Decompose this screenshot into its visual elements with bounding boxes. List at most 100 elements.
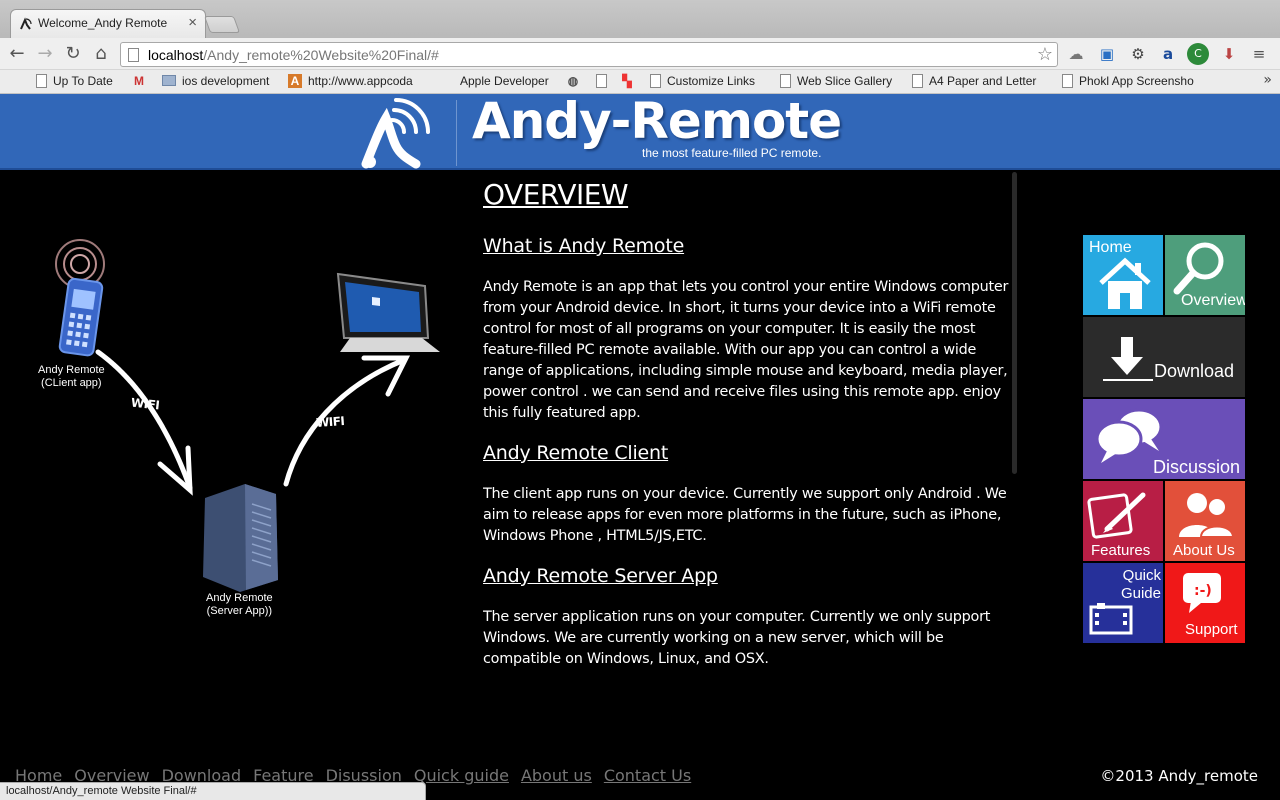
- content-scrollbar[interactable]: [1012, 172, 1017, 474]
- tile-discussion-label: Discussion: [1153, 457, 1241, 477]
- tile-download-label: Download: [1154, 361, 1235, 381]
- bookmark-customize-links[interactable]: Customize Links: [650, 74, 755, 88]
- tab-title: Welcome_Andy Remote: [38, 16, 168, 30]
- bookmark-gmail[interactable]: M: [132, 74, 152, 88]
- footer-link-quick-guide[interactable]: Quick guide: [414, 766, 509, 785]
- page-icon: [780, 74, 791, 88]
- section-title-client: Andy Remote Client: [483, 442, 669, 464]
- tile-features[interactable]: Features: [1083, 481, 1163, 561]
- nav-tiles: Home Overview Download Discussion Featur…: [1083, 235, 1245, 643]
- tile-support[interactable]: :-) Support: [1165, 563, 1245, 643]
- overview-heading: OVERVIEW: [483, 178, 629, 211]
- tile-about-us[interactable]: About Us: [1165, 481, 1245, 561]
- bookmark-a4-paper[interactable]: A4 Paper and Letter: [912, 74, 1036, 88]
- magnifier-icon: [1173, 242, 1224, 295]
- section-body-what-is: Andy Remote is an app that lets you cont…: [483, 279, 1009, 421]
- home-icon[interactable]: ⌂: [89, 42, 113, 66]
- section-title-server: Andy Remote Server App: [483, 565, 718, 587]
- download-arrow-icon: [1103, 337, 1153, 381]
- globe-icon: ◍: [567, 74, 579, 88]
- bookmark-star-icon[interactable]: ☆: [1037, 44, 1053, 65]
- download-extension-icon[interactable]: ⬇: [1218, 43, 1240, 65]
- tile-home-label: Home: [1089, 239, 1132, 256]
- client-label: Andy Remote (CLient app): [38, 364, 105, 389]
- section-body-client: The client app runs on your device. Curr…: [483, 486, 1007, 544]
- section-body-server: The server application runs on your comp…: [483, 609, 991, 667]
- tile-about-us-label: About Us: [1173, 542, 1235, 559]
- film-strip-icon: [1089, 603, 1133, 635]
- bookmark-page[interactable]: [596, 74, 613, 88]
- footer-link-contact-us[interactable]: Contact Us: [604, 766, 691, 785]
- folder-icon: [162, 75, 176, 86]
- tile-quick-guide-label: Quick Guide: [1120, 567, 1161, 602]
- site-tagline: the most feature-filled PC remote.: [642, 146, 822, 160]
- svg-text::-): :-): [1194, 583, 1212, 599]
- alexa-extension-icon[interactable]: a: [1157, 43, 1179, 65]
- conf-extension-icon[interactable]: C: [1187, 43, 1209, 65]
- bookmark-phokl[interactable]: Phokl App Screensho: [1062, 74, 1198, 88]
- bookmark-windows[interactable]: ▚: [620, 74, 640, 88]
- overview-content: OVERVIEW What is Andy Remote Andy Remote…: [483, 172, 1011, 672]
- browser-tab-strip: Welcome_Andy Remote ×: [0, 0, 1280, 38]
- page-icon: [596, 74, 607, 88]
- bookmark-web-slice-gallery[interactable]: Web Slice Gallery: [780, 74, 892, 88]
- bookmark-up-to-date[interactable]: Up To Date: [36, 74, 113, 88]
- wifi-label-client: WIFI: [130, 395, 161, 413]
- tile-overview[interactable]: Overview: [1165, 235, 1245, 315]
- tile-discussion[interactable]: Discussion: [1083, 399, 1245, 479]
- page-icon: [1062, 74, 1073, 88]
- footer-link-about-us[interactable]: About us: [521, 766, 592, 785]
- tile-support-label: Support: [1185, 621, 1238, 638]
- tile-quick-guide[interactable]: Quick Guide: [1083, 563, 1163, 643]
- server-icon: [203, 484, 278, 592]
- site-favicon-icon: [19, 17, 33, 31]
- forward-arrow-icon[interactable]: →: [33, 42, 57, 66]
- address-bar[interactable]: localhost/Andy_remote%20Website%20Final/…: [120, 42, 1058, 67]
- cloud-extension-icon[interactable]: ☁: [1065, 43, 1087, 65]
- screenshot-extension-icon[interactable]: ▣: [1096, 43, 1118, 65]
- new-tab-button[interactable]: [203, 16, 241, 33]
- wifi-label-server: WIFI: [315, 414, 345, 430]
- address-url[interactable]: localhost/Andy_remote%20Website%20Final/…: [148, 47, 439, 63]
- tile-download[interactable]: Download: [1083, 317, 1245, 397]
- logo-divider: [456, 100, 457, 166]
- browser-tab[interactable]: Welcome_Andy Remote ×: [10, 9, 206, 38]
- bookmark-globe[interactable]: ◍: [566, 74, 586, 88]
- bookmark-apple-developer[interactable]: Apple Developer: [440, 74, 549, 88]
- tile-overview-label: Overview: [1181, 292, 1245, 309]
- windows-icon: ▚: [622, 74, 632, 88]
- tile-features-label: Features: [1091, 542, 1151, 559]
- house-icon: [1099, 257, 1151, 309]
- page-icon: [36, 74, 47, 88]
- gmail-icon: M: [134, 74, 144, 88]
- wifi-arrow-server-to-monitor-icon: [283, 355, 411, 487]
- bookmark-ios-development[interactable]: ios development: [162, 74, 269, 88]
- drawing-board-icon: [1087, 492, 1146, 539]
- page-icon: [912, 74, 923, 88]
- connection-diagram: Andy Remote (CLient app) Andy Remote (Se…: [0, 172, 470, 672]
- browser-toolbar: ← → ↻ ⌂ localhost/Andy_remote%20Website%…: [0, 38, 1280, 70]
- copyright-text: ©2013 Andy_remote: [1100, 767, 1258, 785]
- phone-icon: [58, 277, 104, 357]
- site-title[interactable]: Andy-Remote: [472, 92, 842, 150]
- reload-icon[interactable]: ↻: [61, 42, 85, 66]
- browser-status-bar: localhost/Andy_remote Website Final/#: [0, 782, 426, 800]
- back-arrow-icon[interactable]: ←: [5, 42, 29, 66]
- tab-close-icon[interactable]: ×: [188, 14, 197, 31]
- server-label: Andy Remote (Server App)): [206, 592, 273, 617]
- people-icon: [1179, 493, 1235, 538]
- andy-remote-logo-icon[interactable]: [356, 98, 440, 170]
- wifi-arrow-client-to-server-icon: [95, 349, 193, 496]
- appcoda-icon: A: [288, 74, 302, 88]
- speech-bubbles-icon: [1095, 408, 1163, 463]
- menu-icon[interactable]: ≡: [1248, 43, 1270, 65]
- page-icon: [128, 48, 139, 62]
- settings-gear-icon[interactable]: ⚙: [1127, 43, 1149, 65]
- bookmarks-more-chevron-icon[interactable]: »: [1263, 72, 1272, 88]
- page-icon: [650, 74, 661, 88]
- section-title-what-is: What is Andy Remote: [483, 235, 685, 257]
- smiley-chat-icon: :-): [1183, 573, 1221, 613]
- monitor-icon: [336, 272, 440, 352]
- tile-home[interactable]: Home: [1083, 235, 1163, 315]
- bookmark-appcoda[interactable]: Ahttp://www.appcoda: [288, 74, 413, 88]
